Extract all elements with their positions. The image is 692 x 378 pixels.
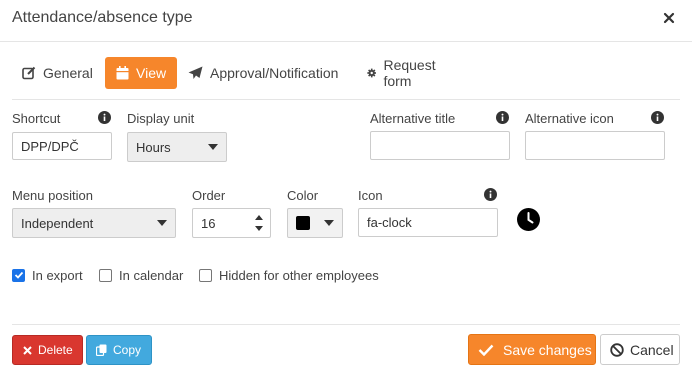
copy-icon (96, 344, 107, 356)
tab-request-form[interactable]: Request form (367, 57, 440, 89)
order-value: 16 (201, 215, 216, 231)
order-label: Order (192, 188, 226, 203)
tab-view-label: View (136, 65, 167, 81)
calendar-icon (116, 66, 129, 80)
icon-input[interactable]: fa-clock (358, 208, 498, 237)
shortcut-label: Shortcut (12, 111, 61, 126)
tab-view[interactable]: View (105, 57, 178, 89)
close-icon[interactable] (662, 11, 676, 25)
display-unit-label: Display unit (127, 111, 195, 126)
clock-icon (517, 208, 540, 231)
color-swatch (296, 216, 310, 230)
paper-plane-icon (188, 66, 203, 79)
shortcut-value: DPP/DPČ (21, 138, 79, 154)
info-icon[interactable] (496, 111, 509, 124)
tab-approval-notification[interactable]: Approval/Notification (188, 57, 338, 89)
chevron-down-icon (324, 220, 334, 226)
alternative-title-label: Alternative title (370, 111, 456, 126)
copy-button[interactable]: Copy (86, 335, 152, 365)
tab-general[interactable]: General (22, 57, 93, 89)
tabs-divider (12, 99, 680, 100)
alternative-title-input[interactable] (370, 131, 510, 160)
gear-icon (367, 68, 377, 78)
dialog-header: Attendance/absence type (0, 0, 692, 42)
footer-divider (12, 324, 680, 325)
delete-button-label: Delete (38, 343, 73, 357)
dialog-title: Attendance/absence type (12, 9, 193, 26)
alternative-icon-label: Alternative icon (525, 111, 614, 126)
color-select[interactable] (287, 208, 343, 238)
save-changes-button[interactable]: Save changes (468, 334, 596, 365)
in-export-checkbox-row[interactable]: In export (12, 266, 83, 284)
close-icon (23, 345, 32, 355)
display-unit-value: Hours (136, 139, 171, 155)
display-unit-select[interactable]: Hours (127, 132, 227, 162)
alternative-icon-input[interactable] (525, 131, 665, 160)
info-icon[interactable] (651, 111, 664, 124)
hidden-for-others-checkbox-row[interactable]: Hidden for other employees (199, 266, 379, 284)
copy-button-label: Copy (113, 343, 142, 357)
menu-position-select[interactable]: Independent (12, 208, 176, 238)
icon-value: fa-clock (367, 215, 412, 230)
in-export-checkbox[interactable] (12, 268, 25, 282)
icon-label: Icon (358, 188, 383, 203)
tab-approval-notification-label: Approval/Notification (210, 65, 339, 81)
save-changes-label: Save changes (503, 341, 592, 358)
menu-position-label: Menu position (12, 188, 93, 203)
chevron-down-icon (157, 220, 167, 226)
edit-icon (22, 66, 36, 80)
in-export-label: In export (32, 267, 83, 283)
spinner-arrows-icon[interactable] (254, 211, 264, 235)
cancel-button[interactable]: Cancel (600, 334, 680, 365)
in-calendar-label: In calendar (119, 267, 184, 283)
check-icon (478, 344, 494, 356)
cancel-label: Cancel (630, 341, 674, 358)
check-icon (14, 271, 23, 279)
tab-general-label: General (43, 65, 93, 81)
info-icon[interactable] (484, 188, 497, 201)
info-icon[interactable] (98, 111, 111, 124)
delete-button[interactable]: Delete (12, 335, 83, 365)
in-calendar-checkbox-row[interactable]: In calendar (99, 266, 183, 284)
hidden-for-others-checkbox[interactable] (199, 268, 212, 282)
chevron-down-icon (208, 144, 218, 150)
shortcut-input[interactable]: DPP/DPČ (12, 132, 112, 160)
ban-icon (610, 342, 624, 357)
menu-position-value: Independent (21, 215, 94, 231)
hidden-for-others-label: Hidden for other employees (219, 267, 379, 283)
order-stepper[interactable]: 16 (192, 208, 271, 238)
color-label: Color (287, 188, 319, 203)
in-calendar-checkbox[interactable] (99, 268, 112, 282)
tab-request-form-label: Request form (383, 57, 436, 89)
